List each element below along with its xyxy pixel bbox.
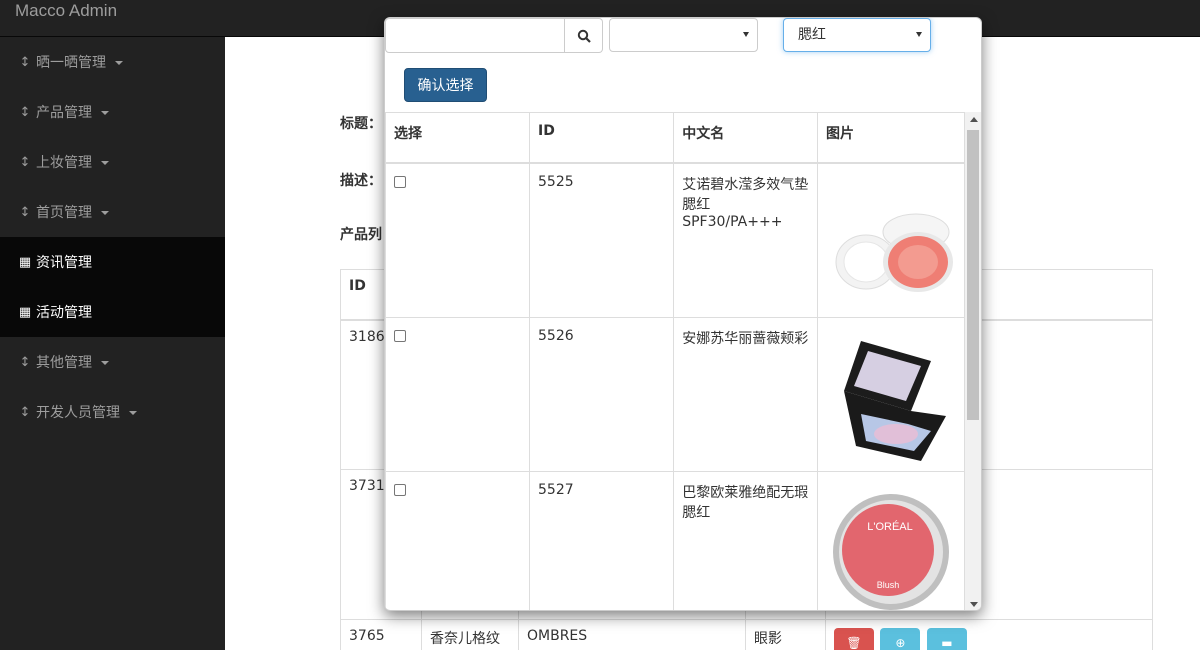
- cell-name: 安娜苏华丽蔷薇颊彩: [673, 316, 818, 472]
- cell-select: [385, 470, 531, 610]
- caret-down-icon: [101, 161, 109, 165]
- caret-down-icon: [129, 411, 137, 415]
- sidebar-item-label: 产品管理: [36, 105, 92, 121]
- cell-id: 3765: [340, 619, 422, 650]
- cell-image: L'ORÉAL Blush: [817, 470, 965, 610]
- cell-name: 香奈儿格纹: [421, 619, 519, 650]
- column-header-id: ID: [529, 112, 675, 164]
- plus-circle-icon: ⊕: [895, 636, 906, 650]
- sidebar-item-label: 其他管理: [36, 355, 92, 371]
- search-button[interactable]: [565, 18, 603, 53]
- table-row: 5527 巴黎欧莱雅绝配无瑕腮红 L'ORÉAL Blush: [385, 470, 965, 610]
- product-list-label: 产品列: [340, 227, 382, 243]
- caret-down-icon: [101, 111, 109, 115]
- cell-id: 5527: [529, 470, 675, 610]
- sidebar: ↕ 晒一晒管理 ↕ 产品管理 ↕ 上妆管理 ↕ 首页管理 ▦ 资讯管理 ▦ 活动…: [0, 37, 225, 650]
- sort-vertical-icon: ↕: [19, 404, 31, 420]
- cell-select: [385, 162, 531, 318]
- sort-vertical-icon: ↕: [19, 104, 31, 120]
- chevron-down-icon: [743, 32, 749, 37]
- sidebar-item-events[interactable]: ▦ 活动管理: [0, 287, 225, 337]
- scroll-down-arrow-icon[interactable]: [970, 602, 978, 607]
- sort-vertical-icon: ↕: [19, 54, 31, 70]
- caret-down-icon: [115, 61, 123, 65]
- table-icon: ▦: [18, 254, 32, 270]
- brand-select[interactable]: [609, 18, 758, 52]
- loreal-logo-text: L'ORÉAL: [867, 520, 913, 533]
- sidebar-item-share[interactable]: ↕ 晒一晒管理: [0, 37, 225, 87]
- caret-down-icon: [101, 211, 109, 215]
- modal-table-scroll: 选择 ID 中文名 图片 5525 艾诺碧水滢多效气垫腮红SPF30/PA+++: [385, 112, 967, 610]
- sidebar-item-home[interactable]: ↕ 首页管理: [0, 187, 225, 237]
- cushion-blush-image: [835, 213, 953, 292]
- confirm-select-button[interactable]: 确认选择: [404, 68, 487, 102]
- chevron-down-icon: [916, 32, 922, 37]
- title-label: 标题：: [340, 116, 382, 132]
- cell-select: [385, 316, 531, 472]
- sort-vertical-icon: ↕: [19, 154, 31, 170]
- table-row: 5525 艾诺碧水滢多效气垫腮红SPF30/PA+++: [385, 162, 965, 318]
- product-select-modal: 腮红 确认选择 选择 ID 中文名 图片 5525 艾诺碧水滢多效气垫腮红SPF…: [384, 17, 982, 611]
- search-icon: [577, 29, 591, 43]
- cell-code: OMBRES: [518, 619, 746, 650]
- table-row: 5526 安娜苏华丽蔷薇颊彩: [385, 316, 965, 472]
- table-row: 3765 香奈儿格纹 OMBRES 眼影 🗑 ⊕ ▬: [340, 619, 1153, 650]
- add-button[interactable]: ⊕: [880, 628, 921, 650]
- description-label: 描述：: [340, 173, 382, 189]
- column-header-name: 中文名: [673, 112, 818, 164]
- cell-actions: 🗑 ⊕ ▬: [825, 619, 1153, 650]
- cell-name: 艾诺碧水滢多效气垫腮红SPF30/PA+++: [673, 162, 818, 318]
- modal-scrollbar[interactable]: [965, 112, 981, 610]
- select-checkbox[interactable]: [394, 483, 406, 496]
- sidebar-item-developers[interactable]: ↕ 开发人员管理: [0, 387, 225, 437]
- sort-vertical-icon: ↕: [19, 204, 31, 220]
- cell-id: 5526: [529, 316, 675, 472]
- modal-product-table: 选择 ID 中文名 图片 5525 艾诺碧水滢多效气垫腮红SPF30/PA+++: [385, 112, 965, 610]
- scroll-up-arrow-icon[interactable]: [970, 117, 978, 122]
- sidebar-item-label: 首页管理: [36, 205, 92, 221]
- sidebar-item-makeup[interactable]: ↕ 上妆管理: [0, 137, 225, 187]
- sidebar-item-products[interactable]: ↕ 产品管理: [0, 87, 225, 137]
- select-checkbox[interactable]: [394, 329, 406, 342]
- comment-button[interactable]: ▬: [926, 628, 967, 650]
- sidebar-item-other[interactable]: ↕ 其他管理: [0, 337, 225, 387]
- cell-id: 5525: [529, 162, 675, 318]
- sidebar-item-label: 活动管理: [36, 305, 92, 321]
- loreal-blush-image: L'ORÉAL Blush: [833, 493, 949, 610]
- delete-button[interactable]: 🗑: [834, 628, 874, 650]
- comment-icon: ▬: [941, 636, 953, 650]
- brand-title[interactable]: Macco Admin: [15, 1, 117, 21]
- cell-category: 眼影: [745, 619, 826, 650]
- sidebar-item-label: 上妆管理: [36, 155, 92, 171]
- eyeshadow-palette-image: [844, 340, 946, 461]
- column-header-image: 图片: [817, 112, 965, 164]
- column-header-select: 选择: [385, 112, 531, 164]
- cell-image: [817, 316, 965, 472]
- cell-image: [817, 162, 965, 318]
- blush-label-text: Blush: [877, 580, 900, 590]
- sidebar-item-label: 晒一晒管理: [36, 55, 106, 71]
- sidebar-item-label: 开发人员管理: [36, 405, 120, 421]
- caret-down-icon: [101, 361, 109, 365]
- sidebar-item-news[interactable]: ▦ 资讯管理: [0, 237, 225, 287]
- scroll-thumb[interactable]: [967, 130, 979, 420]
- sidebar-item-label: 资讯管理: [36, 255, 92, 271]
- category-select[interactable]: 腮红: [783, 18, 931, 52]
- category-select-value: 腮红: [798, 27, 826, 43]
- select-checkbox[interactable]: [394, 175, 406, 188]
- trash-icon: 🗑: [846, 636, 862, 650]
- search-input[interactable]: [385, 18, 565, 53]
- sort-vertical-icon: ↕: [19, 354, 31, 370]
- table-icon: ▦: [18, 304, 32, 320]
- search-group: [385, 18, 603, 53]
- cell-name: 巴黎欧莱雅绝配无瑕腮红: [673, 470, 818, 610]
